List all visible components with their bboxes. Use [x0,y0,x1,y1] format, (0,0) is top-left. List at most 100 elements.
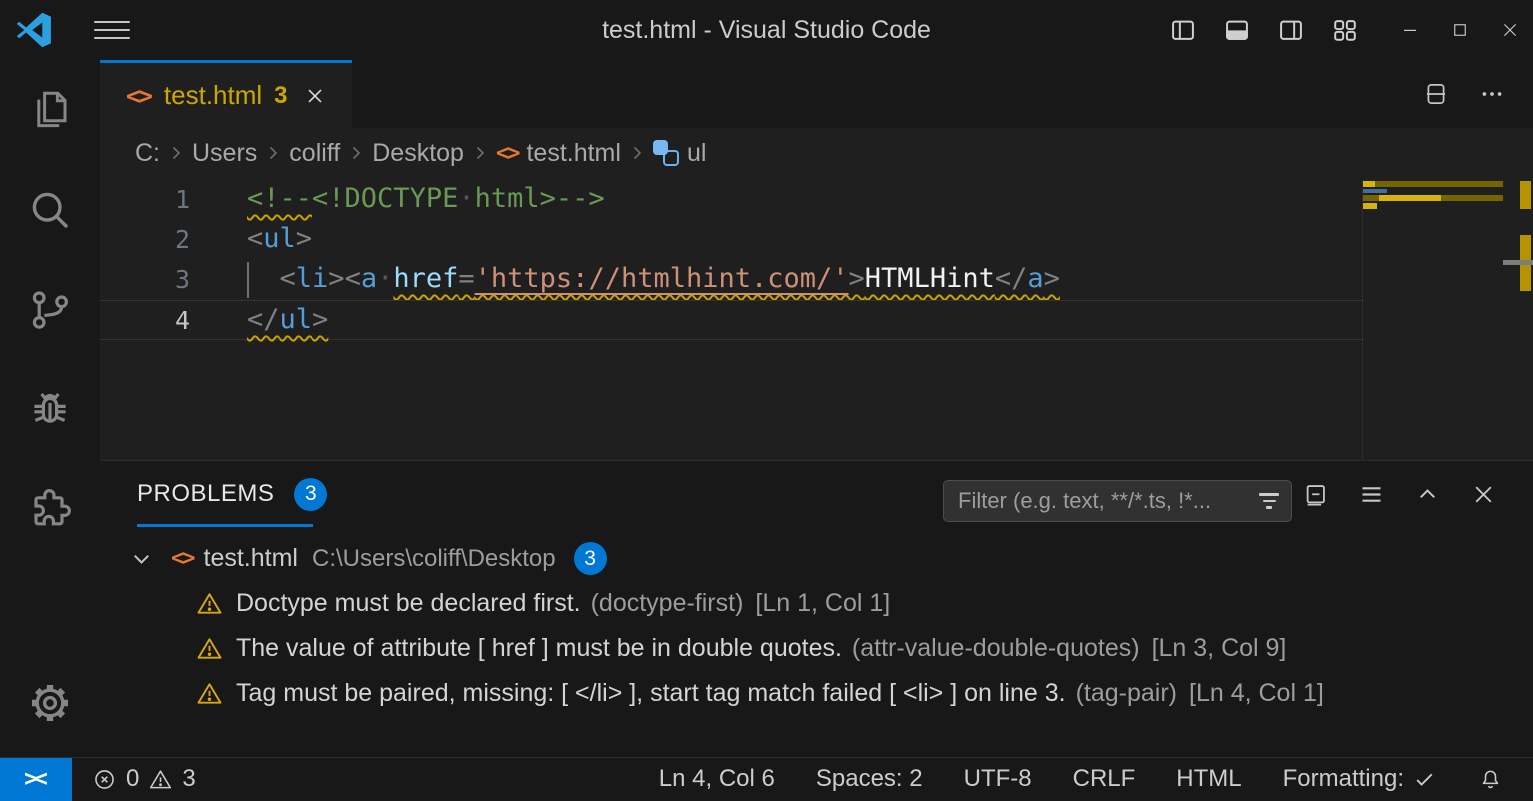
breadcrumb-item[interactable]: Users [192,139,257,168]
problem-location: [Ln 1, Col 1] [755,589,890,618]
breadcrumb-item[interactable]: <> test.html [496,139,621,168]
warning-squiggle: = [458,263,474,294]
problem-rule-code: (doctype-first) [591,589,744,618]
breadcrumb-item[interactable]: C: [135,139,160,168]
eol-sequence[interactable]: CRLF [1073,765,1136,793]
code-token: a [1027,263,1043,294]
html-file-icon: <> [496,141,519,166]
tab-close-icon[interactable] [304,85,326,107]
breadcrumb-chevron-icon [263,143,283,163]
filter-input[interactable] [958,488,1257,514]
minimize-button[interactable] [1401,21,1419,39]
code-token: HTMLHint [865,263,995,294]
breadcrumb-item[interactable]: coliff [289,139,340,168]
tab-label: test.html [164,80,262,111]
problems-filter[interactable] [943,480,1292,522]
cursor-position[interactable]: Ln 4, Col 6 [659,765,775,793]
extensions-icon[interactable] [26,484,74,532]
maximize-button[interactable] [1451,21,1469,39]
problem-location: [Ln 3, Col 9] [1152,634,1287,663]
code-line[interactable]: 3 <li><a·href='https://htmlhint.com/'>HT… [100,260,1363,300]
toggle-panel-icon[interactable] [1223,16,1251,44]
settings-gear-icon[interactable] [26,679,74,727]
breadcrumb-label: coliff [289,139,340,168]
breadcrumb-label: test.html [526,139,620,168]
problem-rule-code: (attr-value-double-quotes) [852,634,1140,663]
split-editor-icon[interactable] [1423,81,1449,107]
language-mode[interactable]: HTML [1176,765,1241,793]
symbol-icon-front [653,140,668,155]
explorer-icon[interactable] [26,86,74,134]
more-actions-icon[interactable] [1479,81,1505,107]
code-line[interactable]: 2<ul> [100,220,1363,260]
encoding[interactable]: UTF-8 [964,765,1032,793]
line-number: 2 [100,220,247,260]
close-window-button[interactable] [1501,21,1519,39]
line-content: <ul> [247,220,1363,260]
problems-tree: <> test.html C:\Users\coliff\Desktop 3 D… [100,536,1533,716]
tab-test-html[interactable]: <> test.html 3 [100,60,352,128]
toggle-primary-sidebar-icon[interactable] [1169,16,1197,44]
problems-file-name: test.html [204,544,298,573]
code-token: ul [263,223,296,254]
close-panel-icon[interactable] [1470,481,1497,508]
toggle-secondary-sidebar-icon[interactable] [1277,16,1305,44]
minimap[interactable] [1363,180,1503,460]
breadcrumb-item[interactable]: ul [653,139,706,168]
file-problems-badge: 3 [574,542,607,575]
code-line[interactable]: 1<!--<!DOCTYPE·html>--> [100,180,1363,220]
problems-panel: PROBLEMS 3 <> test.html [100,460,1533,757]
collapse-all-icon[interactable] [1302,481,1329,508]
problem-message: Tag must be paired, missing: [ </li> ], … [236,679,1066,708]
problems-file-path: C:\Users\coliff\Desktop [312,545,556,573]
problem-row[interactable]: The value of attribute [ href ] must be … [100,626,1533,671]
line-number: 1 [100,180,247,220]
code-token: <!DOCTYPE [312,183,458,214]
code-token: > [328,263,344,294]
indentation[interactable]: Spaces: 2 [816,765,923,793]
warning-squiggle: ul [280,304,313,335]
warning-squiggle: > [849,263,865,294]
line-number: 4 [100,301,247,339]
editor[interactable]: C:UserscoliffDesktop<>test.htmlul 1<!--<… [100,128,1533,460]
code-token: < [345,263,361,294]
chevron-down-icon[interactable] [128,545,155,572]
remote-indicator[interactable]: >< [0,758,72,801]
lightbulb-icon[interactable] [251,266,269,294]
status-problems[interactable]: 0 3 [92,765,196,793]
overview-ruler[interactable] [1503,180,1533,460]
code-token: ul [280,304,313,335]
editor-actions [1423,60,1505,128]
view-as-table-icon[interactable] [1358,481,1385,508]
code-token: > [1044,263,1060,294]
html-file-icon: <> [171,546,194,571]
customize-layout-icon[interactable] [1331,16,1359,44]
breadcrumbs: C: Users coliff Desktop <> test.html ul [100,128,1533,178]
search-icon[interactable] [26,186,74,234]
errors-icon [92,767,117,792]
maximize-panel-icon[interactable] [1414,481,1441,508]
run-debug-icon[interactable] [26,384,74,432]
warning-squiggle: </ [247,304,280,335]
problem-row[interactable]: Doctype must be declared first.(doctype-… [100,581,1533,626]
line-content: <li><a·href='https://htmlhint.com/'>HTML… [247,260,1363,300]
code-token: > [849,263,865,294]
breadcrumb-item[interactable]: Desktop [372,139,464,168]
menu-button[interactable] [94,21,130,39]
code-token: · [377,263,393,294]
code-token: href [393,263,458,294]
problem-row[interactable]: Tag must be paired, missing: [ </li> ], … [100,671,1533,716]
source-control-icon[interactable] [26,286,74,334]
code-line[interactable]: 4</ul> [100,300,1363,340]
formatting-status[interactable]: Formatting: [1283,765,1437,793]
code-token: < [247,223,263,254]
breadcrumb-label: C: [135,139,160,168]
check-icon [1412,767,1437,792]
problems-file-row[interactable]: <> test.html C:\Users\coliff\Desktop 3 [100,536,1533,581]
filter-icon[interactable] [1257,489,1281,513]
notifications-bell-icon[interactable] [1478,767,1503,792]
warning-icon [196,635,223,662]
code-token: html>--> [475,183,605,214]
problem-location: [Ln 4, Col 1] [1189,679,1324,708]
tab-problems[interactable]: PROBLEMS 3 [137,461,327,527]
